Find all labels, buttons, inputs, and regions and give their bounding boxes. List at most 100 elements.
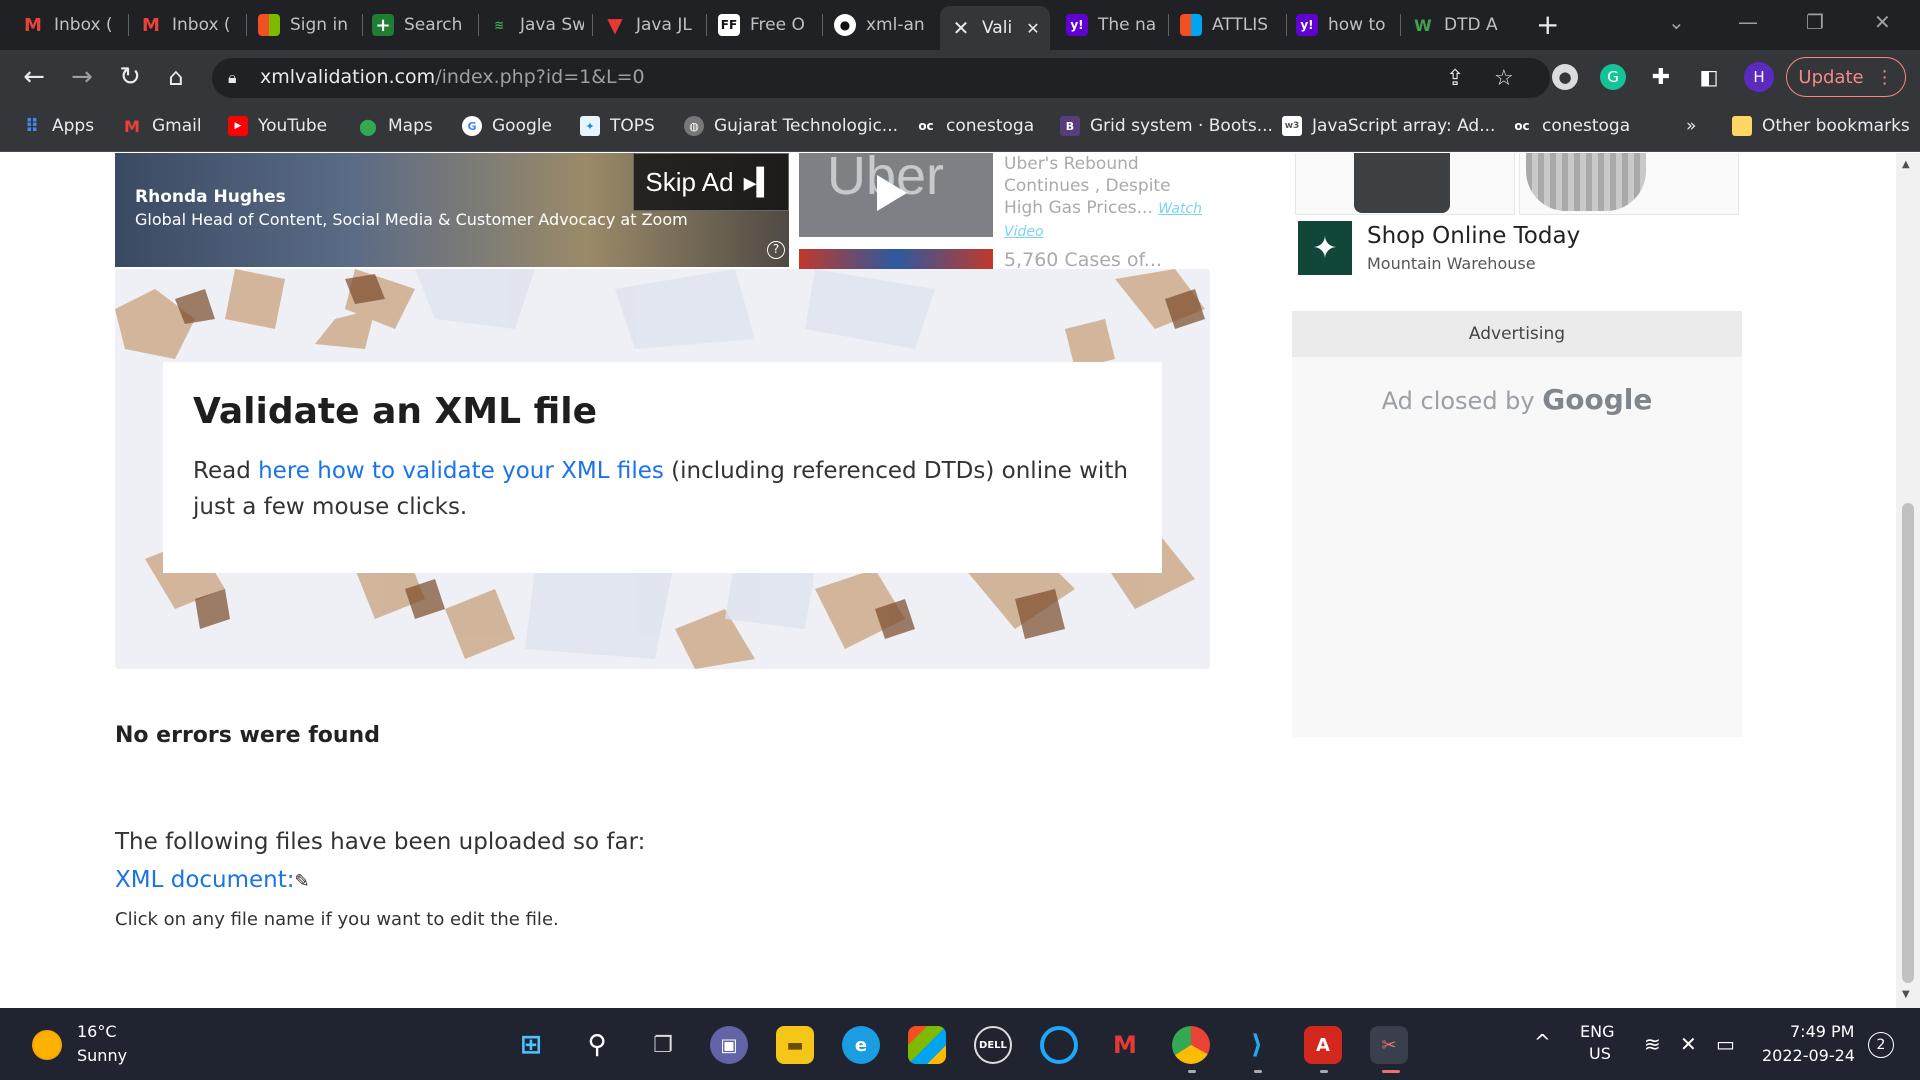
input-lang[interactable]: ENG	[1580, 1022, 1614, 1041]
chrome-icon[interactable]	[1172, 1026, 1210, 1064]
sun-icon[interactable]	[32, 1030, 62, 1060]
scroll-down-arrow-icon[interactable]: ▼	[1902, 989, 1910, 1000]
mountain-warehouse-logo[interactable]: ✦	[1298, 221, 1352, 275]
bookmark-label: JavaScript array: Ad...	[1312, 116, 1496, 136]
battery-icon[interactable]: ▭	[1716, 1032, 1735, 1056]
bookmark-maps[interactable]: ⬤ Maps	[358, 116, 433, 136]
bookmark-label: Grid system · Boots...	[1090, 116, 1273, 136]
profile-avatar[interactable]: H	[1744, 62, 1774, 92]
side-panel-icon[interactable]: ◧	[1696, 64, 1722, 90]
dell-icon[interactable]: DELL	[974, 1026, 1012, 1064]
help-icon[interactable]: ?	[767, 241, 785, 259]
tab-gmail-inbox-2[interactable]: M Inbox (	[140, 8, 236, 42]
extension-camera-icon[interactable]: ●	[1552, 64, 1578, 90]
plus-icon: +	[372, 14, 394, 36]
tab-java-swing[interactable]: ≋ Java Sw	[488, 8, 584, 42]
minimize-button[interactable]: —	[1738, 10, 1758, 34]
pencil-icon[interactable]: ✎	[295, 871, 310, 892]
tab-label: Inbox (	[54, 15, 113, 35]
video-ad[interactable]: Rhonda Hughes Global Head of Content, So…	[115, 153, 789, 267]
tab-xml-validation-active[interactable]: ✕ Vali ✕	[940, 6, 1050, 50]
bookmark-javascript-array[interactable]: w3 JavaScript array: Ad...	[1282, 116, 1495, 136]
tab-search[interactable]: + Search	[372, 8, 472, 42]
new-tab-button[interactable]: +	[1536, 10, 1559, 40]
product-images[interactable]	[1295, 153, 1739, 215]
tab-sign-in[interactable]: Sign in	[258, 8, 354, 42]
bookmark-star-icon[interactable]: ☆	[1494, 66, 1514, 91]
other-bookmarks-folder[interactable]: Other bookmarks	[1732, 116, 1910, 136]
extensions-puzzle-icon[interactable]: ✚	[1648, 64, 1674, 90]
uber-video-thumbnail[interactable]: Uber	[799, 153, 993, 237]
microsoft-store-icon[interactable]	[908, 1026, 946, 1064]
tab-separator	[478, 14, 479, 36]
jacket-shape	[1354, 153, 1450, 213]
tab-search-chevron-icon[interactable]: ⌄	[1668, 10, 1685, 34]
clock-date[interactable]: 2022-09-24	[1762, 1046, 1855, 1065]
xml-document-link[interactable]: XML document:✎	[115, 867, 310, 893]
close-window-button[interactable]: ✕	[1874, 10, 1891, 34]
task-view-icon[interactable]: ❐	[644, 1026, 682, 1064]
tab-gmail-inbox-1[interactable]: M Inbox (	[22, 8, 118, 42]
vscode-icon[interactable]: ⟩	[1238, 1026, 1276, 1064]
scroll-thumb[interactable]	[1902, 503, 1914, 983]
restore-button[interactable]: ❐	[1806, 10, 1824, 34]
product-image-hat[interactable]	[1519, 153, 1739, 215]
input-region[interactable]: US	[1589, 1044, 1611, 1063]
bookmark-gujarat-tech[interactable]: ◍ Gujarat Technologic...	[684, 116, 898, 136]
shop-online-title[interactable]: Shop Online Today	[1367, 223, 1580, 249]
more-bookmarks-button[interactable]: »	[1686, 116, 1696, 136]
windows-start-icon[interactable]: ⊞	[512, 1026, 550, 1064]
search-icon[interactable]: ⚲	[578, 1026, 616, 1064]
home-button[interactable]: ⌂	[160, 62, 192, 92]
notification-badge[interactable]: 2	[1868, 1032, 1894, 1058]
bookmark-google[interactable]: G Google	[462, 116, 552, 136]
reload-button[interactable]: ↻	[114, 62, 146, 92]
close-tab-icon[interactable]: ✕	[1026, 19, 1039, 38]
file-explorer-icon[interactable]: ▬	[776, 1026, 814, 1064]
bookmark-grid-system[interactable]: B Grid system · Boots...	[1060, 116, 1273, 136]
validate-help-link[interactable]: here how to validate your XML files	[258, 458, 664, 484]
tab-how-to[interactable]: y! how to	[1296, 8, 1390, 42]
tab-java-jl[interactable]: ▼ Java JL	[604, 8, 700, 42]
tab-free-online[interactable]: FF Free O	[718, 8, 814, 42]
page-scrollbar[interactable]: ▲ ▼	[1896, 153, 1920, 1008]
forward-button[interactable]: →	[66, 62, 98, 92]
bookmark-apps[interactable]: ⠿ Apps	[22, 116, 94, 137]
tab-github-xml[interactable]: ● xml-an	[834, 8, 930, 42]
news-thumbnail[interactable]	[799, 249, 993, 269]
tab-yahoo-name[interactable]: y! The na	[1066, 8, 1160, 42]
wifi-icon[interactable]: ≋	[1644, 1032, 1661, 1056]
edge-icon[interactable]: e	[842, 1026, 880, 1064]
bookmark-conestoga-1[interactable]: oc conestoga	[916, 116, 1034, 136]
acrobat-icon[interactable]: A	[1304, 1026, 1342, 1064]
weather-temp[interactable]: 16°C	[77, 1022, 117, 1041]
tab-attlis[interactable]: ATTLIS	[1180, 8, 1280, 42]
update-button[interactable]: Update ⋮	[1786, 57, 1906, 97]
address-bar[interactable]: 🔒︎ xmlvalidation.com/index.php?id=1&L=0 …	[212, 58, 1550, 98]
bookmark-tops[interactable]: ✦ TOPS	[580, 116, 655, 136]
bookmark-youtube[interactable]: ▶ YouTube	[228, 116, 327, 136]
back-button[interactable]: ←	[18, 62, 50, 92]
url-text[interactable]: xmlvalidation.com/index.php?id=1&L=0	[260, 66, 645, 88]
teams-chat-icon[interactable]: ▣	[710, 1026, 748, 1064]
news-headline-2[interactable]: 5,760 Cases of...	[1004, 249, 1162, 271]
product-image-jacket[interactable]	[1295, 153, 1515, 215]
scroll-up-arrow-icon[interactable]: ▲	[1902, 159, 1910, 170]
tab-dtd[interactable]: W DTD A	[1412, 8, 1508, 42]
clock-time[interactable]: 7:49 PM	[1790, 1022, 1854, 1041]
bookmark-gmail[interactable]: M Gmail	[122, 116, 202, 136]
share-icon[interactable]: ⇪	[1446, 66, 1464, 91]
news-headline-1[interactable]: Uber's Rebound Continues , Despite High …	[1004, 153, 1204, 243]
volume-muted-icon[interactable]: ✕	[1680, 1032, 1697, 1056]
mcafee-icon[interactable]: M	[1106, 1026, 1144, 1064]
tray-overflow-icon[interactable]: ^	[1534, 1030, 1551, 1054]
grammarly-icon[interactable]: G	[1600, 64, 1626, 90]
snipping-tool-icon[interactable]: ✂	[1370, 1026, 1408, 1064]
maps-icon: ⬤	[359, 116, 377, 136]
skip-ad-button[interactable]: Skip Ad ▸▍	[633, 153, 789, 211]
bookmark-conestoga-2[interactable]: oc conestoga	[1512, 116, 1630, 136]
weather-desc[interactable]: Sunny	[77, 1046, 127, 1065]
tab-separator	[822, 14, 823, 36]
xml-document-label[interactable]: XML document:	[115, 867, 295, 893]
cortana-icon[interactable]	[1040, 1026, 1078, 1064]
